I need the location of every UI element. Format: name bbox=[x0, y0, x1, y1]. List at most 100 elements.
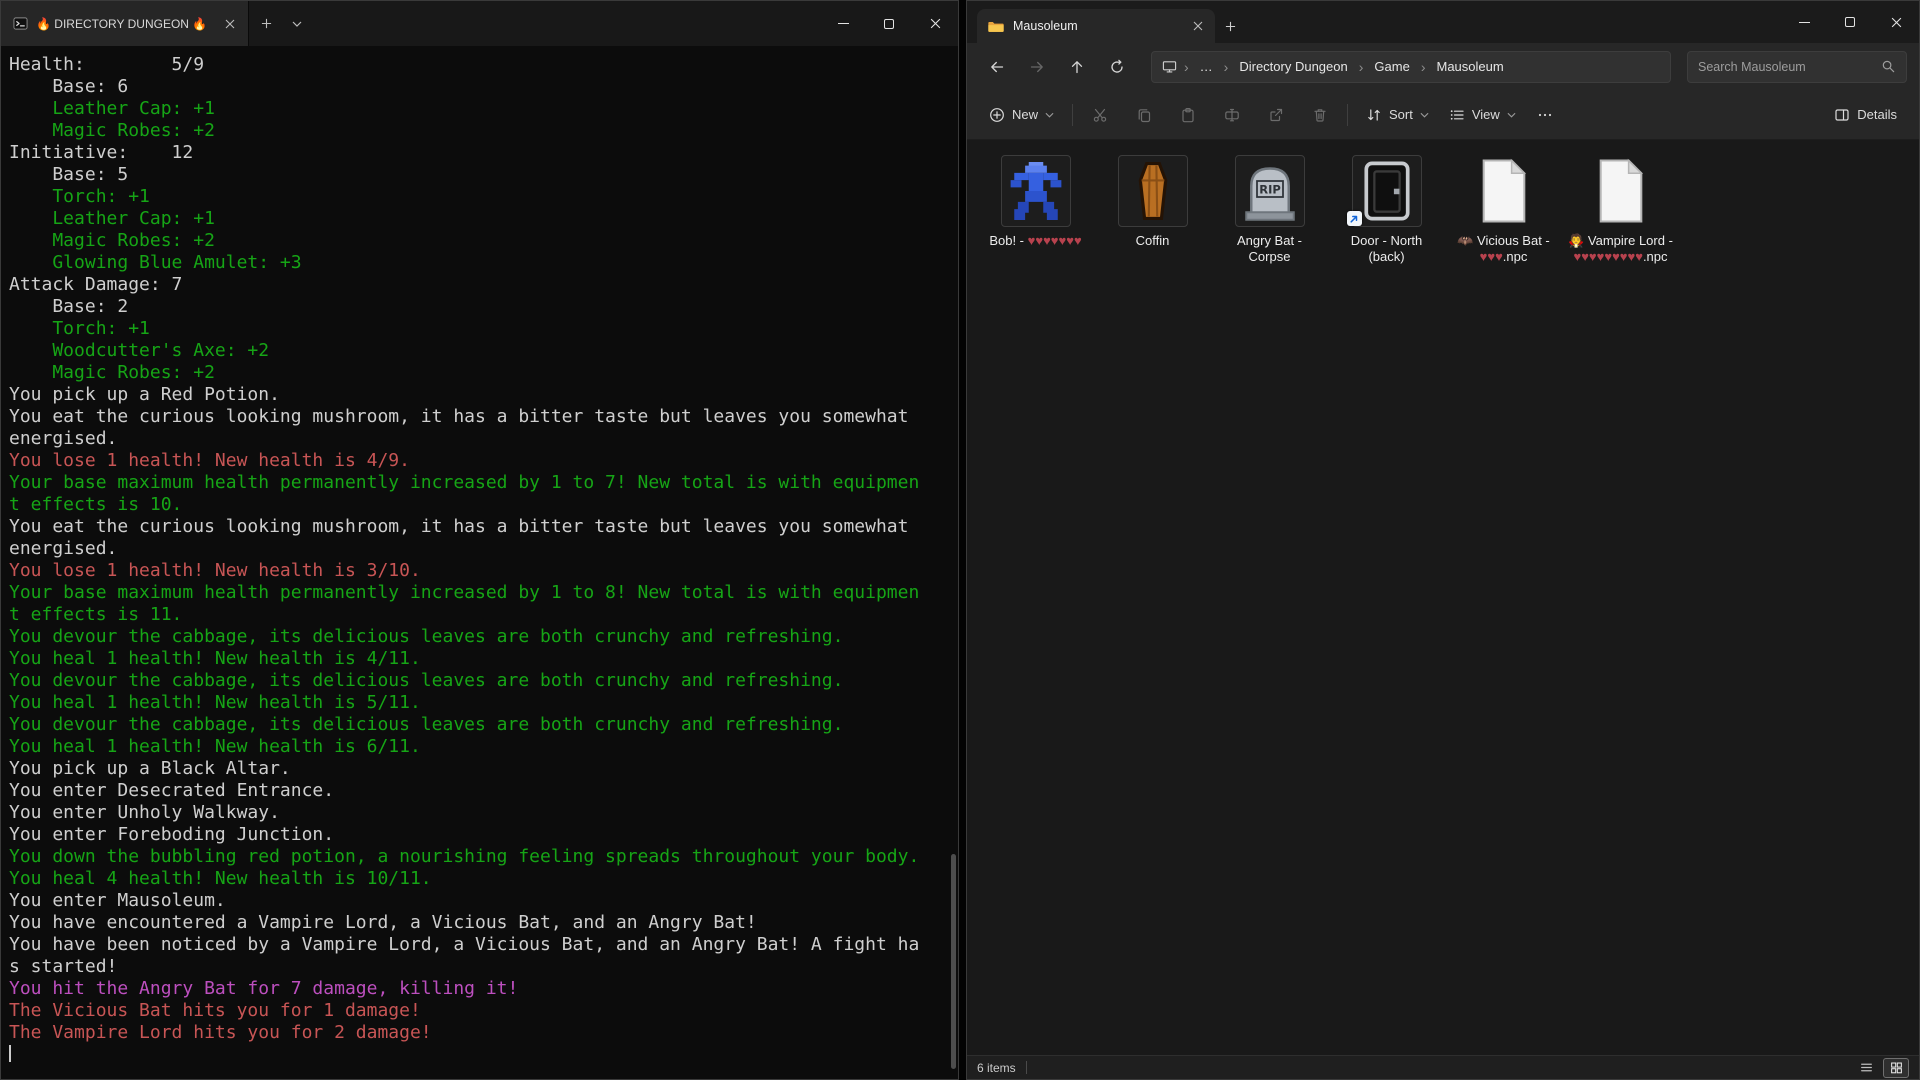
explorer-tab[interactable]: Mausoleum bbox=[977, 9, 1215, 43]
terminal-line: energised. bbox=[9, 428, 944, 450]
file-name: 🦇 Vicious Bat - ♥♥♥.npc bbox=[1450, 233, 1557, 265]
terminal-line: You enter Mausoleum. bbox=[9, 890, 944, 912]
file-name: Coffin bbox=[1099, 233, 1206, 249]
cut-button[interactable] bbox=[1081, 99, 1119, 131]
terminal-line: You heal 1 health! New health is 4/11. bbox=[9, 648, 944, 670]
rename-icon bbox=[1224, 107, 1240, 123]
share-button[interactable] bbox=[1257, 99, 1295, 131]
terminal-cursor bbox=[9, 1045, 11, 1062]
new-icon bbox=[989, 107, 1005, 123]
terminal-line: Glowing Blue Amulet: +3 bbox=[9, 252, 944, 274]
terminal-line: You enter Unholy Walkway. bbox=[9, 802, 944, 824]
copy-icon bbox=[1136, 107, 1152, 123]
maximize-icon bbox=[884, 19, 894, 29]
tab-close-icon[interactable] bbox=[220, 14, 240, 34]
tab-close-icon[interactable] bbox=[1189, 17, 1207, 35]
terminal-line: You enter Desecrated Entrance. bbox=[9, 780, 944, 802]
explorer-titlebar[interactable]: Mausoleum bbox=[967, 1, 1919, 43]
file-icon bbox=[1352, 155, 1422, 227]
file-tile[interactable]: RIP Angry Bat - Corpse bbox=[1213, 155, 1326, 265]
terminal-body[interactable]: Health: 5/9 Base: 6 Leather Cap: +1 Magi… bbox=[1, 46, 958, 1079]
terminal-scrollbar[interactable] bbox=[951, 854, 956, 1069]
paste-icon bbox=[1180, 107, 1196, 123]
minimize-button[interactable] bbox=[1781, 1, 1827, 43]
file-name: Bob! - ♥♥♥♥♥♥♥ bbox=[982, 233, 1089, 249]
terminal-line: You have encountered a Vampire Lord, a V… bbox=[9, 912, 944, 934]
tab-dropdown-button[interactable] bbox=[283, 1, 311, 46]
paste-button[interactable] bbox=[1169, 99, 1207, 131]
breadcrumb-item-overflow[interactable]: … bbox=[1196, 57, 1217, 76]
details-view-toggle[interactable] bbox=[1853, 1058, 1879, 1078]
minimize-icon bbox=[1799, 22, 1810, 23]
file-icon bbox=[1001, 155, 1071, 227]
divider bbox=[1026, 1061, 1027, 1074]
pixel-person-icon bbox=[1007, 162, 1065, 220]
terminal-tab[interactable]: 🔥 DIRECTORY DUNGEON 🔥 bbox=[1, 1, 249, 46]
chevron-down-icon bbox=[1507, 112, 1516, 118]
copy-button[interactable] bbox=[1125, 99, 1163, 131]
forward-button[interactable] bbox=[1019, 51, 1055, 83]
terminal-line: Torch: +1 bbox=[9, 318, 944, 340]
explorer-window: Mausoleum bbox=[966, 0, 1920, 1080]
more-icon bbox=[1537, 107, 1553, 123]
delete-icon bbox=[1312, 107, 1328, 123]
breadcrumb-item-directory-dungeon[interactable]: Directory Dungeon bbox=[1235, 57, 1351, 76]
icon-text: RIP bbox=[1259, 183, 1281, 197]
breadcrumb-item-game[interactable]: Game bbox=[1370, 57, 1413, 76]
new-button[interactable]: New bbox=[979, 100, 1064, 130]
explorer-tab-title: Mausoleum bbox=[1013, 19, 1181, 33]
file-tile[interactable]: 🧛 Vampire Lord - ♥♥♥♥♥♥♥♥♥.npc bbox=[1564, 155, 1677, 265]
terminal-line: Leather Cap: +1 bbox=[9, 98, 944, 120]
details-pane-button[interactable]: Details bbox=[1824, 100, 1907, 130]
new-tab-button[interactable] bbox=[249, 1, 283, 46]
file-tile[interactable]: Bob! - ♥♥♥♥♥♥♥ bbox=[979, 155, 1092, 249]
file-tile[interactable]: Coffin bbox=[1096, 155, 1209, 249]
file-grid[interactable]: Bob! - ♥♥♥♥♥♥♥ Coffin RIP Angry Bat - Co… bbox=[967, 140, 1919, 1055]
terminal-line: energised. bbox=[9, 538, 944, 560]
terminal-titlebar[interactable]: 🔥 DIRECTORY DUNGEON 🔥 bbox=[1, 1, 958, 46]
view-button[interactable]: View bbox=[1439, 100, 1526, 130]
terminal-window: 🔥 DIRECTORY DUNGEON 🔥 Health: 5/9 Base: … bbox=[0, 0, 959, 1080]
file-tile[interactable]: 🦇 Vicious Bat - ♥♥♥.npc bbox=[1447, 155, 1560, 265]
search-box[interactable] bbox=[1687, 51, 1907, 83]
sort-icon bbox=[1366, 107, 1382, 123]
terminal-line: You pick up a Black Altar. bbox=[9, 758, 944, 780]
close-button[interactable] bbox=[912, 1, 958, 46]
thumbnail-view-toggle[interactable] bbox=[1883, 1058, 1909, 1078]
rename-button[interactable] bbox=[1213, 99, 1251, 131]
breadcrumb-chevron-icon: › bbox=[1421, 59, 1426, 75]
thumbnail-view-icon bbox=[1890, 1061, 1903, 1074]
sort-button[interactable]: Sort bbox=[1356, 100, 1439, 130]
more-options-button[interactable] bbox=[1526, 99, 1564, 131]
breadcrumb-chevron-icon: › bbox=[1359, 59, 1364, 75]
computer-icon bbox=[1162, 59, 1177, 74]
coffin-icon bbox=[1134, 161, 1172, 221]
health-hearts: ♥♥♥♥♥♥♥ bbox=[1028, 233, 1082, 248]
minimize-button[interactable] bbox=[820, 1, 866, 46]
back-icon bbox=[989, 59, 1005, 75]
back-button[interactable] bbox=[979, 51, 1015, 83]
terminal-line: You heal 4 health! New health is 10/11. bbox=[9, 868, 944, 890]
close-button[interactable] bbox=[1873, 1, 1919, 43]
refresh-button[interactable] bbox=[1099, 51, 1135, 83]
terminal-output: Health: 5/9 Base: 6 Leather Cap: +1 Magi… bbox=[9, 54, 944, 1066]
terminal-tab-title: 🔥 DIRECTORY DUNGEON 🔥 bbox=[36, 17, 212, 31]
maximize-button[interactable] bbox=[866, 1, 912, 46]
details-pane-icon bbox=[1834, 107, 1850, 123]
address-bar[interactable]: › … › Directory Dungeon › Game › Mausole… bbox=[1151, 51, 1671, 83]
up-button[interactable] bbox=[1059, 51, 1095, 83]
breadcrumb-item-mausoleum[interactable]: Mausoleum bbox=[1432, 57, 1507, 76]
terminal-line: Base: 2 bbox=[9, 296, 944, 318]
terminal-line: Your base maximum health permanently inc… bbox=[9, 582, 944, 604]
file-tile[interactable]: Door - North (back) bbox=[1330, 155, 1443, 265]
new-button-label: New bbox=[1012, 107, 1038, 122]
maximize-button[interactable] bbox=[1827, 1, 1873, 43]
terminal-line: You heal 1 health! New health is 5/11. bbox=[9, 692, 944, 714]
delete-button[interactable] bbox=[1301, 99, 1339, 131]
view-icon bbox=[1449, 107, 1465, 123]
titlebar-drag-area[interactable] bbox=[311, 1, 820, 46]
new-tab-button[interactable] bbox=[1215, 9, 1245, 43]
file-icon bbox=[1469, 155, 1539, 227]
close-icon bbox=[930, 18, 941, 29]
search-input[interactable] bbox=[1698, 60, 1881, 74]
